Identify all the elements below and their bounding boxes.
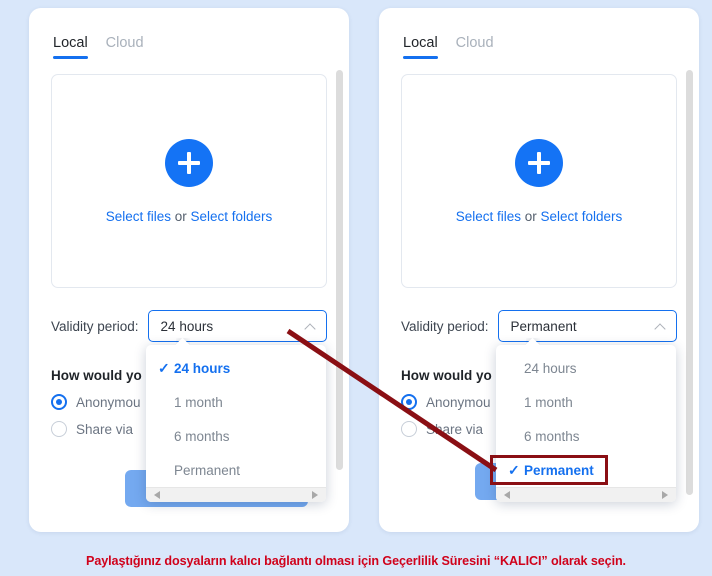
dropdown-option-label: 24 hours xyxy=(524,360,577,376)
validity-label-after: Validity period: xyxy=(401,318,489,334)
radio-anonymous-label-after: Anonymou xyxy=(426,394,491,410)
source-tabs-after: Local Cloud xyxy=(401,30,677,60)
dropdown-option-24-hours-after[interactable]: ✓ 24 hours xyxy=(496,351,676,385)
tab-cloud-before[interactable]: Cloud xyxy=(106,34,144,60)
panel-scrollbar-before[interactable] xyxy=(336,70,343,470)
dropdown-option-label: 1 month xyxy=(524,394,573,410)
dropdown-option-label: 6 months xyxy=(174,428,230,444)
validity-dropdown-before: ✓ 24 hours ✓ 1 month ✓ 6 months ✓ Perman… xyxy=(146,345,326,502)
dropdown-option-6-months-before[interactable]: ✓ 6 months xyxy=(146,419,326,453)
dropdown-option-1-month-after[interactable]: ✓ 1 month xyxy=(496,385,676,419)
dropzone-text-before: Select files or Select folders xyxy=(106,209,273,224)
validity-label-before: Validity period: xyxy=(51,318,139,334)
select-folders-link-before[interactable]: Select folders xyxy=(191,209,273,224)
plus-circle-icon[interactable] xyxy=(515,138,563,187)
file-dropzone-before[interactable]: Select files or Select folders xyxy=(51,74,327,288)
validity-select-value-before: 24 hours xyxy=(160,318,214,334)
scroll-left-arrow-icon[interactable] xyxy=(504,491,510,499)
radio-anonymous-after[interactable] xyxy=(401,394,417,410)
dropdown-option-permanent-after[interactable]: ✓ Permanent xyxy=(496,453,676,487)
select-files-link-after[interactable]: Select files xyxy=(456,209,521,224)
dropdown-option-6-months-after[interactable]: ✓ 6 months xyxy=(496,419,676,453)
radio-anonymous-label-before: Anonymou xyxy=(76,394,141,410)
dropdown-option-24-hours-before[interactable]: ✓ 24 hours xyxy=(146,351,326,385)
dropdown-hscrollbar-after[interactable] xyxy=(496,487,676,502)
tab-local-before[interactable]: Local xyxy=(53,34,88,60)
dropdown-pointer-before xyxy=(176,338,190,346)
chevron-up-icon xyxy=(655,321,666,332)
dropdown-option-1-month-before[interactable]: ✓ 1 month xyxy=(146,385,326,419)
dropdown-option-label: 24 hours xyxy=(174,360,231,376)
radio-email-after[interactable] xyxy=(401,421,417,437)
plus-circle-icon[interactable] xyxy=(165,138,213,187)
select-folders-link-after[interactable]: Select folders xyxy=(541,209,623,224)
radio-email-label-after: Share via xyxy=(426,421,484,437)
scroll-right-arrow-icon[interactable] xyxy=(312,491,318,499)
dropdown-option-label: 6 months xyxy=(524,428,580,444)
source-tabs-before: Local Cloud xyxy=(51,30,327,60)
dropdown-hscrollbar-before[interactable] xyxy=(146,487,326,502)
check-icon: ✓ xyxy=(158,359,170,376)
panel-scrollbar-after[interactable] xyxy=(686,70,693,495)
dropdown-pointer-after xyxy=(526,338,540,346)
chevron-up-icon xyxy=(305,321,316,332)
validity-select-before[interactable]: 24 hours xyxy=(147,310,327,342)
radio-email-label-before: Share via xyxy=(76,421,134,437)
caption-text: Paylaştığınız dosyaların kalıcı bağlantı… xyxy=(86,554,626,568)
tab-local-after[interactable]: Local xyxy=(403,34,438,60)
radio-email-before[interactable] xyxy=(51,421,67,437)
dropdown-option-label: Permanent xyxy=(174,462,241,478)
radio-anonymous-before[interactable] xyxy=(51,394,67,410)
tab-cloud-after[interactable]: Cloud xyxy=(456,34,494,60)
dropdown-option-label: 1 month xyxy=(174,394,223,410)
dropdown-option-label: Permanent xyxy=(524,462,594,478)
dropdown-option-permanent-before[interactable]: ✓ Permanent xyxy=(146,453,326,487)
select-files-link-before[interactable]: Select files xyxy=(106,209,171,224)
validity-dropdown-after: ✓ 24 hours ✓ 1 month ✓ 6 months ✓ Perman… xyxy=(496,345,676,502)
dropzone-or-label-after: or xyxy=(520,208,541,224)
screenshot-stage: Local Cloud Select files or Select folde… xyxy=(0,0,712,576)
validity-select-value-after: Permanent xyxy=(510,318,577,334)
dropzone-or-label-before: or xyxy=(170,208,191,224)
validity-select-after[interactable]: Permanent xyxy=(497,310,677,342)
check-icon: ✓ xyxy=(508,461,520,478)
dropzone-text-after: Select files or Select folders xyxy=(456,209,623,224)
scroll-left-arrow-icon[interactable] xyxy=(154,491,160,499)
file-dropzone-after[interactable]: Select files or Select folders xyxy=(401,74,677,288)
scroll-right-arrow-icon[interactable] xyxy=(662,491,668,499)
